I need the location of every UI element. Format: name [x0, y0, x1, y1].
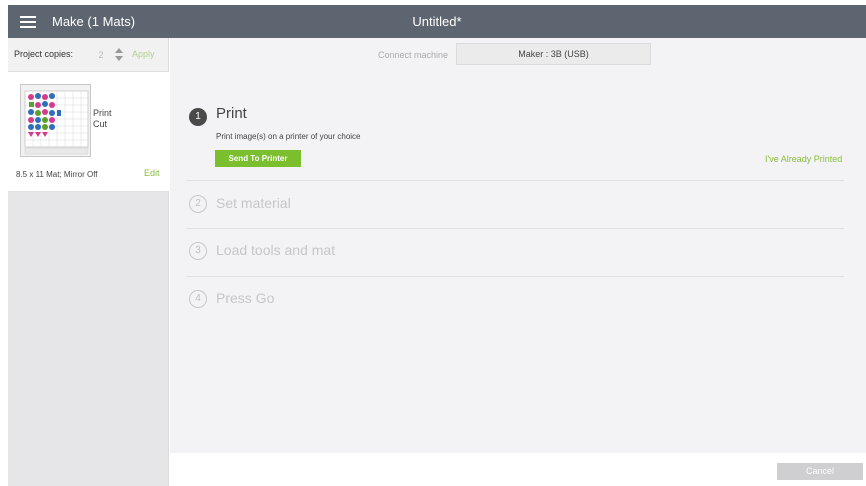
stepper-down-icon[interactable] [115, 56, 123, 61]
project-copies-row: Project copies: Apply [8, 38, 168, 72]
apply-button[interactable]: Apply [132, 49, 155, 59]
already-printed-link[interactable]: I've Already Printed [765, 154, 842, 164]
copies-stepper[interactable] [112, 45, 126, 65]
machine-select[interactable]: Maker : 3B (USB) [456, 43, 651, 65]
step-1-description: Print image(s) on a printer of your choi… [216, 132, 361, 141]
document-title: Untitled* [412, 14, 462, 29]
stepper-up-icon[interactable] [115, 48, 123, 53]
mat-operation-cut: Cut [93, 119, 108, 129]
divider [186, 276, 844, 277]
project-copies-input[interactable] [90, 46, 112, 64]
step-4-number: 4 [189, 290, 207, 308]
step-2-number: 2 [189, 195, 207, 213]
divider [186, 228, 844, 229]
step-4-title[interactable]: Press Go [216, 290, 274, 306]
project-copies-label: Project copies: [14, 49, 74, 59]
connect-machine-label: Connect machine [378, 50, 449, 60]
send-to-printer-button[interactable]: Send To Printer [215, 150, 301, 167]
sidebar: Project copies: Apply [8, 38, 169, 486]
step-1-number: 1 [189, 108, 207, 126]
mat-edit-link[interactable]: Edit [144, 168, 160, 178]
top-bar: Make (1 Mats) Untitled* [8, 5, 866, 38]
step-3-number: 3 [189, 242, 207, 260]
mat-operation-print: Print [93, 108, 112, 118]
step-3-title[interactable]: Load tools and mat [216, 242, 335, 258]
mat-info: 8.5 x 11 Mat; Mirror Off [16, 170, 98, 179]
step-2-title[interactable]: Set material [216, 195, 291, 211]
step-1-title: Print [216, 105, 247, 122]
main-panel: Connect machine Maker : 3B (USB) 1 Print… [170, 38, 866, 453]
mat-thumbnail[interactable] [20, 84, 91, 157]
cancel-button[interactable]: Cancel [777, 463, 863, 480]
footer-bar: Cancel [170, 453, 866, 486]
mat-card[interactable]: Print Cut 8.5 x 11 Mat; Mirror Off Edit [8, 72, 169, 192]
divider [186, 180, 844, 181]
